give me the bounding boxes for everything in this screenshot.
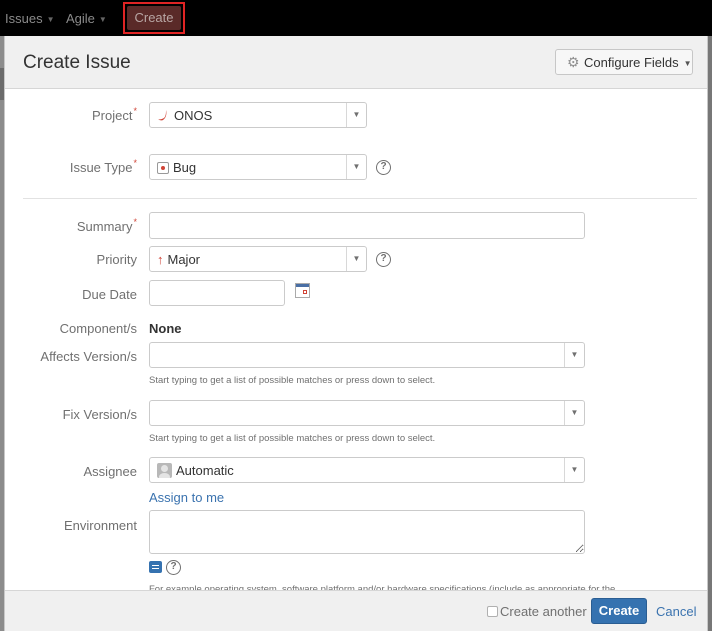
environment-help-icon[interactable]: ? xyxy=(166,560,181,575)
cancel-link[interactable]: Cancel xyxy=(656,604,696,619)
environment-label: Environment xyxy=(64,518,137,533)
components-value: None xyxy=(149,321,182,336)
nav-issues-menu[interactable]: Issues ▼ xyxy=(5,11,55,26)
priority-value-wrap: ↑ Major xyxy=(157,252,200,267)
environment-textarea[interactable] xyxy=(149,510,585,554)
issue-type-dropdown-arrow[interactable]: ▼ xyxy=(346,155,366,179)
calendar-day xyxy=(303,290,307,294)
priority-help-icon[interactable]: ? xyxy=(376,252,391,267)
text-format-icon[interactable] xyxy=(149,561,162,573)
assignee-dropdown-arrow[interactable]: ▼ xyxy=(564,458,584,482)
create-issue-dialog: Create Issue ⚙ Configure Fields ▼ Project*… xyxy=(4,36,708,631)
affects-version-label: Affects Version/s xyxy=(40,349,137,364)
assignee-value-wrap: Automatic xyxy=(157,463,234,478)
background-page-edge xyxy=(708,36,712,631)
issue-type-label-text: Issue Type xyxy=(69,160,133,175)
section-divider xyxy=(23,198,697,199)
configure-fields-button[interactable]: ⚙ Configure Fields ▼ xyxy=(555,49,693,75)
avatar-icon xyxy=(157,463,172,478)
due-date-input[interactable] xyxy=(149,280,285,306)
issue-type-label: Issue Type* xyxy=(69,158,137,175)
summary-label: Summary* xyxy=(76,217,137,234)
create-another-option[interactable]: Create another xyxy=(487,604,587,619)
nav-create-highlight: Create xyxy=(123,2,185,34)
affects-version-select[interactable]: ▼ xyxy=(149,342,585,368)
project-select[interactable]: ONOS ▼ xyxy=(149,102,367,128)
issue-type-help-icon[interactable]: ? xyxy=(376,160,391,175)
dialog-title: Create Issue xyxy=(23,52,131,73)
assignee-select[interactable]: Automatic ▼ xyxy=(149,457,585,483)
create-another-checkbox[interactable] xyxy=(487,606,498,617)
project-label: Project* xyxy=(92,106,137,123)
dialog-footer: Create another Create Cancel xyxy=(5,590,707,631)
assign-to-me-link[interactable]: Assign to me xyxy=(149,490,224,505)
summary-label-text: Summary xyxy=(76,219,133,234)
chevron-down-icon: ▼ xyxy=(683,58,692,68)
affects-version-hint: Start typing to get a list of possible m… xyxy=(149,375,436,386)
project-dropdown-arrow[interactable]: ▼ xyxy=(346,103,366,127)
dialog-header: Create Issue ⚙ Configure Fields ▼ xyxy=(5,36,707,89)
required-icon: * xyxy=(133,106,137,116)
nav-agile-menu[interactable]: Agile ▼ xyxy=(66,11,107,26)
arrow-up-icon: ↑ xyxy=(157,252,164,267)
fix-version-hint: Start typing to get a list of possible m… xyxy=(149,433,436,444)
priority-select[interactable]: ↑ Major ▼ xyxy=(149,246,367,272)
issue-type-select[interactable]: Bug ▼ xyxy=(149,154,367,180)
project-value: ONOS xyxy=(174,108,213,123)
required-icon: * xyxy=(133,217,137,227)
onos-logo-icon xyxy=(158,110,167,121)
nav-issues-label: Issues xyxy=(5,11,43,26)
issue-type-value: Bug xyxy=(173,160,197,175)
project-value-wrap: ONOS xyxy=(157,108,212,123)
issue-type-value-wrap: Bug xyxy=(157,160,196,175)
priority-value: Major xyxy=(167,252,201,267)
assignee-label: Assignee xyxy=(83,464,137,479)
create-another-label: Create another xyxy=(500,604,587,619)
calendar-icon[interactable] xyxy=(295,283,310,298)
create-button[interactable]: Create xyxy=(591,598,647,624)
priority-dropdown-arrow[interactable]: ▼ xyxy=(346,247,366,271)
summary-input[interactable] xyxy=(149,212,585,239)
gear-icon: ⚙ xyxy=(567,54,580,70)
calendar-header xyxy=(296,284,309,287)
fix-version-dropdown-arrow[interactable]: ▼ xyxy=(564,401,584,425)
components-label: Component/s xyxy=(59,321,137,336)
due-date-label: Due Date xyxy=(82,287,137,302)
top-navigation-bar: Issues ▼ Agile ▼ Create xyxy=(0,0,712,36)
affects-version-dropdown-arrow[interactable]: ▼ xyxy=(564,343,584,367)
assignee-value: Automatic xyxy=(176,463,234,478)
dialog-body: Project* ONOS ▼ Issue Type* Bug ▼ ? Summ… xyxy=(5,90,707,590)
bug-icon xyxy=(157,162,169,174)
nav-create-button[interactable]: Create xyxy=(127,6,181,30)
chevron-down-icon: ▼ xyxy=(46,15,55,25)
fix-version-label: Fix Version/s xyxy=(62,407,137,422)
nav-agile-label: Agile xyxy=(66,11,95,26)
project-label-text: Project xyxy=(92,108,133,123)
priority-label: Priority xyxy=(96,252,137,267)
chevron-down-icon: ▼ xyxy=(98,15,107,25)
required-icon: * xyxy=(133,158,137,168)
fix-version-select[interactable]: ▼ xyxy=(149,400,585,426)
configure-fields-label: Configure Fields xyxy=(584,55,679,70)
